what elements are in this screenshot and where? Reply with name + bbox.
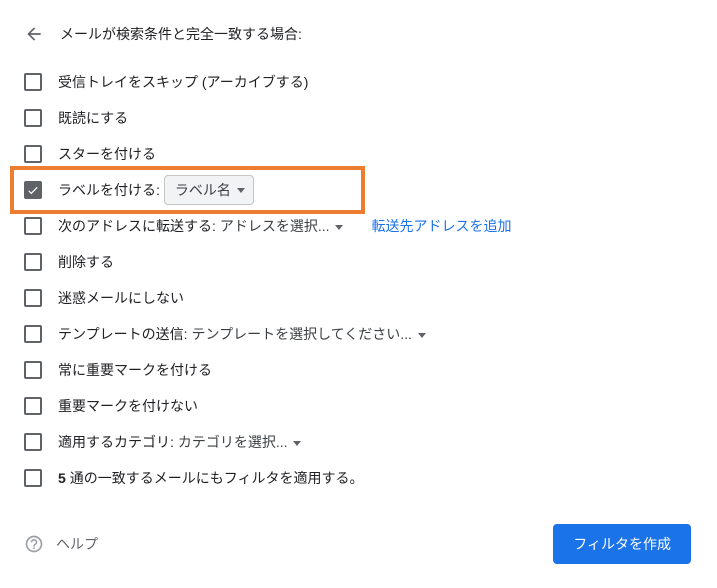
create-filter-button[interactable]: フィルタを作成 (553, 524, 691, 564)
chevron-down-icon (335, 225, 343, 230)
row-delete: 削除する (24, 244, 693, 280)
select-template[interactable]: テンプレートを選択してください... (191, 324, 425, 344)
checkbox-always-important[interactable] (24, 361, 42, 379)
row-categorize: 適用するカテゴリ: カテゴリを選択... (24, 424, 693, 460)
text-apply-label: ラベルを付ける: (58, 180, 160, 200)
help-icon (24, 534, 44, 554)
text-also-apply-rest: 通の一致するメールにもフィルタを適用する。 (70, 468, 364, 488)
select-label-value: ラベル名 (175, 180, 231, 200)
select-forward-value: アドレスを選択... (220, 218, 330, 234)
select-forward-address[interactable]: アドレスを選択... (220, 216, 344, 236)
label-never-important: 重要マークを付けない (58, 396, 198, 416)
text-categorize: 適用するカテゴリ: (58, 432, 174, 452)
checkbox-skip-inbox[interactable] (24, 73, 42, 91)
chevron-down-icon (237, 188, 245, 193)
row-skip-inbox: 受信トレイをスキップ (アーカイブする) (24, 64, 693, 100)
select-template-value: テンプレートを選択してください... (191, 326, 411, 342)
select-label[interactable]: ラベル名 (164, 175, 254, 205)
row-apply-label: ラベルを付ける: ラベル名 (24, 172, 693, 208)
checkbox-forward[interactable] (24, 217, 42, 235)
label-forward: 次のアドレスに転送する: アドレスを選択... 転送先アドレスを追加 (58, 216, 511, 236)
select-category-value: カテゴリを選択... (178, 434, 288, 450)
row-star: スターを付ける (24, 136, 693, 172)
checkbox-apply-label[interactable] (24, 181, 42, 199)
filter-options: 受信トレイをスキップ (アーカイブする) 既読にする スターを付ける ラベルを付… (24, 64, 693, 496)
label-delete: 削除する (58, 252, 114, 272)
checkbox-delete[interactable] (24, 253, 42, 271)
label-also-apply: 5 通の一致するメールにもフィルタを適用する。 (58, 468, 364, 488)
row-never-important: 重要マークを付けない (24, 388, 693, 424)
checkbox-never-spam[interactable] (24, 289, 42, 307)
checkbox-star[interactable] (24, 145, 42, 163)
label-always-important: 常に重要マークを付ける (58, 360, 212, 380)
row-also-apply: 5 通の一致するメールにもフィルタを適用する。 (24, 460, 693, 496)
label-apply-label: ラベルを付ける: ラベル名 (58, 175, 254, 205)
chevron-down-icon (418, 333, 426, 338)
label-categorize: 適用するカテゴリ: カテゴリを選択... (58, 432, 301, 452)
checkbox-mark-read[interactable] (24, 109, 42, 127)
row-send-template: テンプレートの送信: テンプレートを選択してください... (24, 316, 693, 352)
checkbox-send-template[interactable] (24, 325, 42, 343)
link-add-forwarding-address[interactable]: 転送先アドレスを追加 (371, 216, 511, 236)
row-never-spam: 迷惑メールにしない (24, 280, 693, 316)
back-arrow-icon[interactable] (24, 24, 44, 44)
label-star: スターを付ける (58, 144, 156, 164)
row-forward: 次のアドレスに転送する: アドレスを選択... 転送先アドレスを追加 (24, 208, 693, 244)
label-skip-inbox: 受信トレイをスキップ (アーカイブする) (58, 72, 308, 92)
chevron-down-icon (293, 441, 301, 446)
label-never-spam: 迷惑メールにしない (58, 288, 184, 308)
page-title: メールが検索条件と完全一致する場合: (60, 24, 302, 44)
text-forward: 次のアドレスに転送する: (58, 216, 216, 236)
row-mark-read: 既読にする (24, 100, 693, 136)
row-always-important: 常に重要マークを付ける (24, 352, 693, 388)
help-label: ヘルプ (56, 534, 98, 554)
help-link[interactable]: ヘルプ (24, 534, 98, 554)
label-send-template: テンプレートの送信: テンプレートを選択してください... (58, 324, 426, 344)
checkbox-also-apply[interactable] (24, 469, 42, 487)
checkbox-categorize[interactable] (24, 433, 42, 451)
select-category[interactable]: カテゴリを選択... (178, 432, 302, 452)
match-count: 5 (58, 470, 66, 486)
label-mark-read: 既読にする (58, 108, 128, 128)
checkbox-never-important[interactable] (24, 397, 42, 415)
text-send-template: テンプレートの送信: (58, 324, 187, 344)
